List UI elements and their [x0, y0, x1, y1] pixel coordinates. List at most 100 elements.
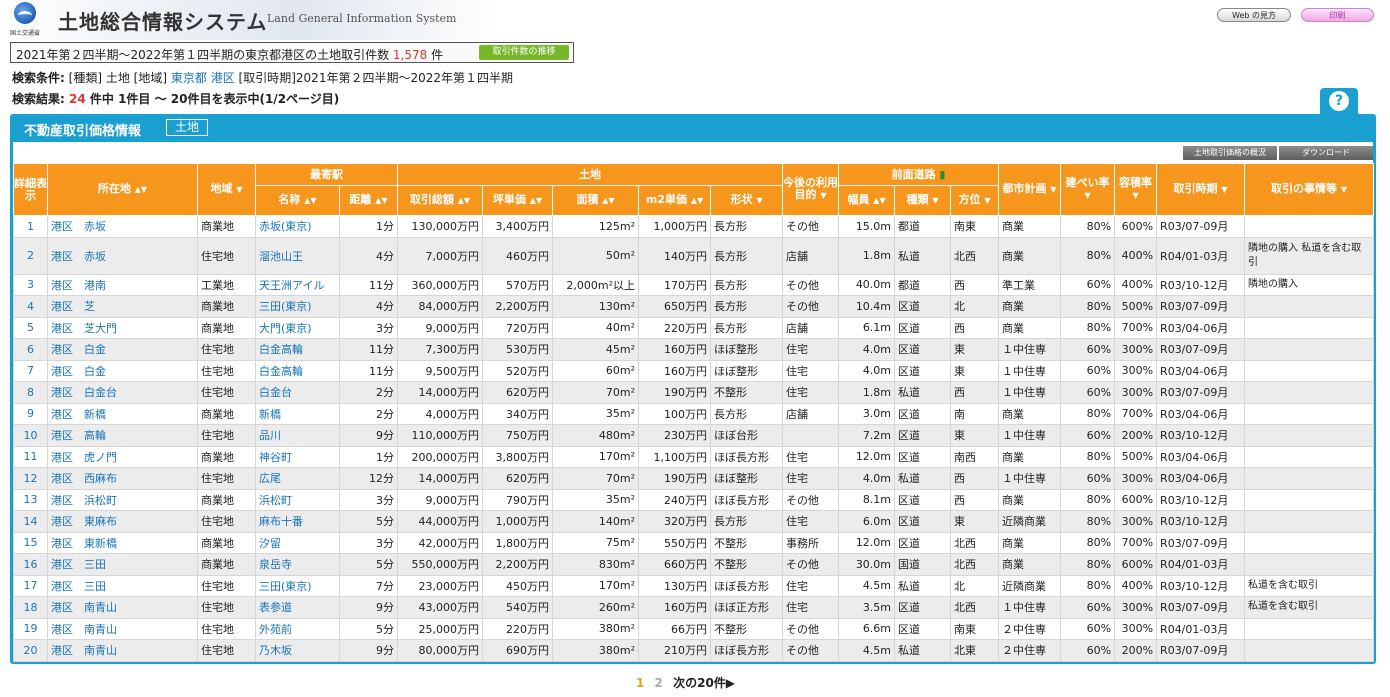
location-link[interactable]: 港区 南青山 [47, 639, 198, 662]
location-link[interactable]: 港区 南青山 [47, 596, 198, 619]
station-link-text[interactable]: 三田(東京) [259, 300, 312, 313]
detail-link-text[interactable]: 1 [27, 220, 34, 233]
detail-link[interactable]: 18 [13, 596, 48, 619]
station-link[interactable]: 汐留 [255, 531, 340, 554]
location-link-text[interactable]: 港区 赤坂 [51, 250, 106, 263]
station-link[interactable]: 表参道 [255, 596, 340, 619]
station-link[interactable]: 乃木坂 [255, 639, 340, 662]
station-link-text[interactable]: 赤坂(東京) [259, 220, 312, 233]
station-link[interactable]: 白金高輪 [255, 338, 340, 361]
header-floor-ratio[interactable]: 容積率 ▼ [1114, 163, 1158, 216]
location-link[interactable]: 港区 南青山 [47, 617, 198, 640]
station-link-text[interactable]: 表参道 [259, 601, 292, 614]
location-link[interactable]: 港区 新橋 [47, 402, 198, 425]
station-link[interactable]: 三田(東京) [255, 295, 340, 318]
help-button[interactable]: ? [1320, 88, 1358, 114]
detail-link-text[interactable]: 10 [24, 429, 38, 442]
detail-link[interactable]: 8 [13, 381, 48, 404]
detail-link-text[interactable]: 16 [24, 558, 38, 571]
detail-link[interactable]: 9 [13, 402, 48, 425]
station-link[interactable]: 白金高輪 [255, 359, 340, 382]
detail-link[interactable]: 15 [13, 531, 48, 554]
detail-link[interactable]: 7 [13, 359, 48, 382]
station-link-text[interactable]: 麻布十番 [259, 515, 303, 528]
detail-link-text[interactable]: 19 [24, 622, 38, 635]
detail-link-text[interactable]: 13 [24, 493, 38, 506]
station-link[interactable]: 神谷町 [255, 445, 340, 468]
station-link-text[interactable]: 白金高輪 [259, 343, 303, 356]
station-link-text[interactable]: 白金高輪 [259, 365, 303, 378]
location-link[interactable]: 港区 浜松町 [47, 488, 198, 511]
station-link-text[interactable]: 外苑前 [259, 623, 292, 636]
header-station-name[interactable]: 名称 ▲▼ [255, 185, 340, 216]
location-link[interactable]: 港区 芝 [47, 295, 198, 318]
detail-link[interactable]: 2 [13, 236, 48, 275]
location-link[interactable]: 港区 赤坂 [47, 236, 198, 275]
detail-link-text[interactable]: 2 [27, 249, 34, 262]
location-link-text[interactable]: 港区 白金台 [51, 386, 117, 399]
location-link[interactable]: 港区 白金台 [47, 381, 198, 404]
location-link[interactable]: 港区 虎ノ門 [47, 445, 198, 468]
pref-link[interactable]: 東京都 [171, 71, 207, 85]
detail-link-text[interactable]: 14 [24, 515, 38, 528]
detail-link-text[interactable]: 20 [24, 644, 38, 657]
city-link[interactable]: 港区 [211, 71, 235, 85]
header-future-use[interactable]: 今後の利用目的 ▼ [782, 163, 840, 216]
location-link-text[interactable]: 港区 赤坂 [51, 220, 106, 233]
location-link[interactable]: 港区 三田 [47, 574, 198, 597]
station-link-text[interactable]: 浜松町 [259, 494, 292, 507]
location-link[interactable]: 港区 芝大門 [47, 316, 198, 339]
location-link-text[interactable]: 港区 新橋 [51, 408, 106, 421]
station-link[interactable]: 麻布十番 [255, 510, 340, 533]
detail-link[interactable]: 3 [13, 273, 48, 296]
location-link-text[interactable]: 港区 南青山 [51, 644, 117, 657]
location-link-text[interactable]: 港区 東麻布 [51, 515, 117, 528]
station-link-text[interactable]: 天王洲アイル [259, 279, 324, 292]
location-link-text[interactable]: 港区 南青山 [51, 601, 117, 614]
header-location[interactable]: 所在地 ▲▼ [47, 163, 198, 216]
detail-link-text[interactable]: 6 [27, 343, 34, 356]
station-link-text[interactable]: 白金台 [259, 386, 292, 399]
station-link[interactable]: 赤坂(東京) [255, 215, 340, 238]
station-link[interactable]: 外苑前 [255, 617, 340, 640]
detail-link[interactable]: 6 [13, 338, 48, 361]
location-link-text[interactable]: 港区 三田 [51, 580, 106, 593]
bar-chart-icon[interactable]: ▮ [939, 168, 945, 181]
detail-link-text[interactable]: 15 [24, 536, 38, 549]
header-coverage[interactable]: 建ぺい率 ▼ [1060, 163, 1116, 216]
detail-link-text[interactable]: 18 [24, 601, 38, 614]
detail-link[interactable]: 5 [13, 316, 48, 339]
detail-link[interactable]: 10 [13, 424, 48, 447]
header-tsubo-price[interactable]: 坪単価 ▲▼ [482, 185, 553, 216]
next-page-link[interactable]: 次の20件▶ [673, 676, 735, 690]
station-link[interactable]: 新橋 [255, 402, 340, 425]
station-link[interactable]: 広尾 [255, 467, 340, 490]
location-link[interactable]: 港区 東新橋 [47, 531, 198, 554]
station-link-text[interactable]: 品川 [259, 429, 281, 442]
mlit-logo[interactable]: 国土交通省 [10, 2, 40, 38]
detail-link-text[interactable]: 11 [24, 450, 38, 463]
location-link-text[interactable]: 港区 港南 [51, 279, 106, 292]
station-link-text[interactable]: 神谷町 [259, 451, 292, 464]
station-link[interactable]: 白金台 [255, 381, 340, 404]
detail-link-text[interactable]: 9 [27, 407, 34, 420]
station-link-text[interactable]: 泉岳寺 [259, 558, 292, 571]
location-link[interactable]: 港区 赤坂 [47, 215, 198, 238]
station-link[interactable]: 品川 [255, 424, 340, 447]
station-link[interactable]: 大門(東京) [255, 316, 340, 339]
station-link-text[interactable]: 新橋 [259, 408, 281, 421]
detail-link[interactable]: 11 [13, 445, 48, 468]
station-link[interactable]: 浜松町 [255, 488, 340, 511]
location-link-text[interactable]: 港区 虎ノ門 [51, 451, 117, 464]
station-link-text[interactable]: 乃木坂 [259, 644, 292, 657]
header-road-type[interactable]: 種類 ▼ [894, 185, 952, 216]
detail-link[interactable]: 20 [13, 639, 48, 662]
location-link[interactable]: 港区 白金 [47, 359, 198, 382]
location-link-text[interactable]: 港区 西麻布 [51, 472, 117, 485]
header-circumstances[interactable]: 取引の事情等 ▼ [1244, 163, 1375, 216]
transaction-trend-button[interactable]: 取引件数の推移 [479, 45, 569, 60]
detail-link[interactable]: 16 [13, 553, 48, 576]
location-link-text[interactable]: 港区 東新橋 [51, 537, 117, 550]
location-link-text[interactable]: 港区 白金 [51, 365, 106, 378]
header-total-price[interactable]: 取引総額 ▲▼ [397, 185, 483, 216]
